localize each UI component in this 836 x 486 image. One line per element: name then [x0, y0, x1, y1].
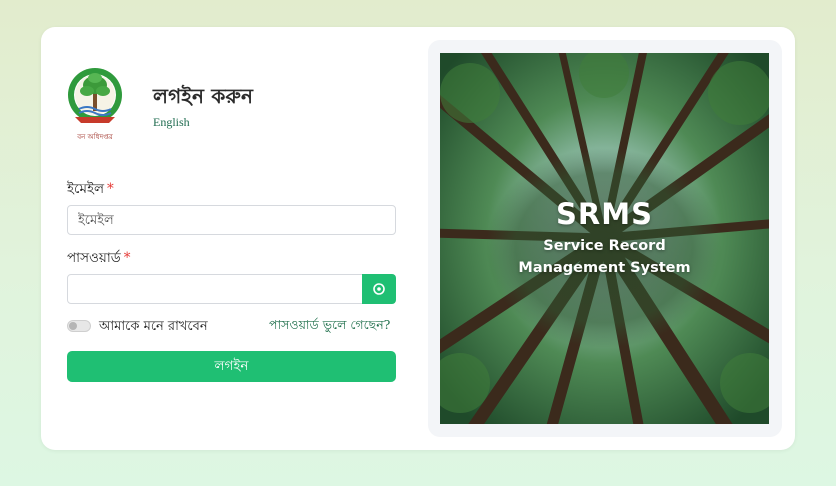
remember-me-toggle[interactable]	[67, 320, 91, 332]
banner-panel: SRMS Service Record Management System	[428, 40, 782, 437]
email-input[interactable]	[67, 205, 396, 235]
password-label-text: পাসওয়ার্ড	[67, 250, 121, 266]
forest-department-logo: বন অধিদপ্তর	[68, 68, 122, 141]
email-label-text: ইমেইল	[67, 181, 105, 197]
password-required-marker: *	[123, 250, 131, 266]
email-label: ইমেইল *	[67, 178, 114, 201]
forgot-password-link[interactable]: পাসওয়ার্ড ভুলে গেছেন?	[269, 317, 390, 337]
password-label: পাসওয়ার্ড *	[67, 247, 131, 270]
password-input[interactable]	[67, 274, 363, 304]
page-title: লগইন করুন	[153, 84, 254, 108]
login-button[interactable]: লগইন	[67, 351, 396, 382]
email-required-marker: *	[107, 181, 114, 197]
remember-me-label: আমাকে মনে রাখবেন	[99, 319, 208, 334]
eye-icon	[373, 283, 385, 295]
logo-caption: বন অধিদপ্তর	[76, 133, 113, 141]
forest-canopy-image	[440, 53, 769, 424]
language-switch-link[interactable]: English	[153, 115, 190, 130]
show-password-button[interactable]	[362, 274, 396, 304]
login-card: বন অধিদপ্তর লগইন করুন English ইমেইল* পাস…	[41, 27, 795, 450]
